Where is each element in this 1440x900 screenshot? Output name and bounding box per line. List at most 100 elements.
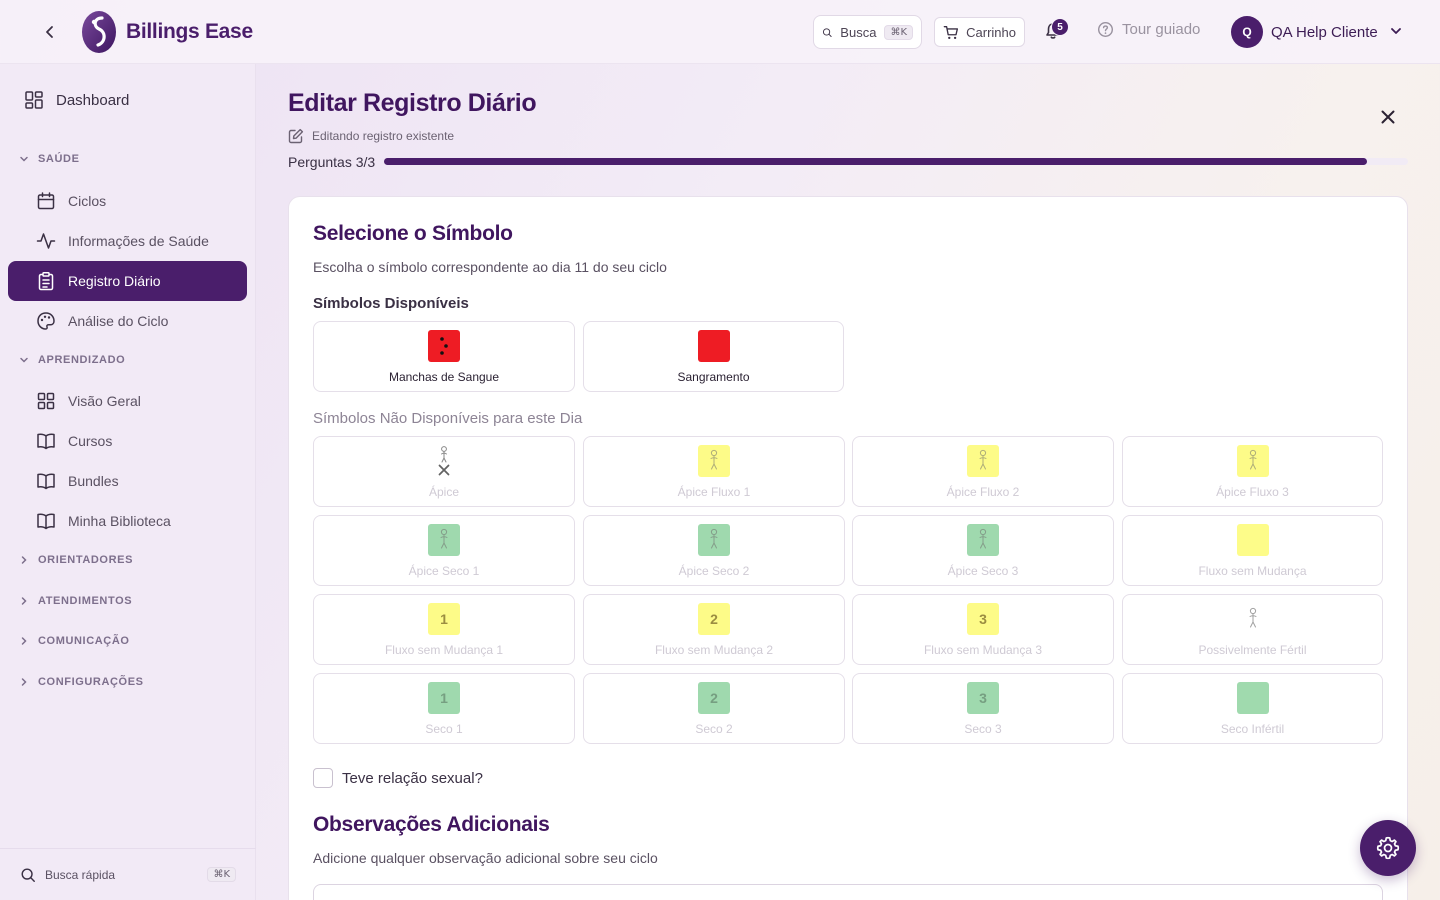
symbol-label: Ápice Fluxo 3 xyxy=(1216,485,1289,499)
sidebar-item-dashboard[interactable]: Dashboard xyxy=(8,80,247,120)
book-open-icon xyxy=(37,473,55,490)
symbol-swatch xyxy=(698,524,730,556)
section-label: ATENDIMENTOS xyxy=(38,595,133,607)
back-button[interactable] xyxy=(40,22,60,42)
chevron-right-icon xyxy=(21,556,27,564)
symbol-swatch: 3 xyxy=(967,682,999,714)
baby-icon xyxy=(440,528,448,549)
sidebar-item-label: Bundles xyxy=(68,473,119,489)
chevron-down-icon xyxy=(20,357,28,363)
symbol-option-fluxo-sem-mudanca-2: 2 Fluxo sem Mudança 2 xyxy=(583,594,845,665)
dashboard-icon xyxy=(25,91,43,109)
symbol-option-fluxo-sem-mudanca-1: 1 Fluxo sem Mudança 1 xyxy=(313,594,575,665)
sidebar-item-visao-geral[interactable]: Visão Geral xyxy=(8,381,247,421)
logo-icon xyxy=(82,11,116,53)
sidebar-item-cursos[interactable]: Cursos xyxy=(8,421,247,461)
sidebar-item-informacoes-saude[interactable]: Informações de Saúde xyxy=(8,221,247,261)
baby-x-icon xyxy=(438,446,450,476)
symbol-swatch: 2 xyxy=(698,603,730,635)
symbol-option-apice-seco-2: Ápice Seco 2 xyxy=(583,515,845,586)
section-saude[interactable]: SAÚDE xyxy=(18,153,80,165)
avatar: Q xyxy=(1231,16,1263,48)
quick-search-label: Busca rápida xyxy=(45,867,116,882)
calendar-icon xyxy=(37,192,55,210)
search-icon xyxy=(21,868,35,882)
symbol-swatch xyxy=(428,524,460,556)
close-button[interactable] xyxy=(1377,106,1399,128)
symbol-option-seco-infertil: Seco Infértil xyxy=(1122,673,1383,744)
clipboard-icon xyxy=(38,272,54,291)
guided-tour-button[interactable]: Tour guiado xyxy=(1097,21,1200,38)
brand-name: Billings Ease xyxy=(126,20,253,43)
sidebar-item-label: Registro Diário xyxy=(68,273,161,289)
symbol-section-subtitle: Escolha o símbolo correspondente ao dia … xyxy=(313,259,667,275)
symbol-label: Ápice Seco 3 xyxy=(947,564,1019,578)
brand[interactable]: Billings Ease xyxy=(80,10,253,54)
symbol-label: Fluxo sem Mudança 3 xyxy=(923,643,1043,657)
symbol-option-sangramento[interactable]: Sangramento xyxy=(583,321,844,392)
book-open-icon xyxy=(37,513,55,530)
cart-button[interactable]: Carrinho xyxy=(934,17,1025,47)
section-label: COMUNICAÇÃO xyxy=(38,635,130,647)
symbol-swatch xyxy=(1236,445,1269,477)
cart-label: Carrinho xyxy=(966,24,1016,40)
section-atendimentos[interactable]: ATENDIMENTOS xyxy=(18,595,132,607)
intercourse-checkbox[interactable] xyxy=(313,768,333,788)
sidebar-item-registro-diario[interactable]: Registro Diário xyxy=(8,261,247,301)
symbol-option-seco-2: 2 Seco 2 xyxy=(583,673,845,744)
gear-icon xyxy=(1376,836,1400,860)
symbol-option-apice-fluxo-3: Ápice Fluxo 3 xyxy=(1122,436,1383,507)
search-button[interactable]: Busca ⌘K xyxy=(813,15,922,49)
symbol-swatch xyxy=(428,330,460,362)
section-configuracoes[interactable]: CONFIGURAÇÕES xyxy=(18,676,144,688)
symbol-option-fluxo-sem-mudanca: Fluxo sem Mudança xyxy=(1122,515,1383,586)
symbol-option-seco-3: 3 Seco 3 xyxy=(852,673,1114,744)
sidebar-item-label: Visão Geral xyxy=(68,393,141,409)
sidebar-item-label: Dashboard xyxy=(56,91,130,109)
symbol-label: Fluxo sem Mudança 2 xyxy=(654,643,774,657)
intercourse-checkbox-row[interactable]: Teve relação sexual? xyxy=(313,768,483,788)
sidebar-item-bundles[interactable]: Bundles xyxy=(8,461,247,501)
tour-label: Tour guiado xyxy=(1122,21,1201,38)
symbol-label: Ápice Seco 2 xyxy=(678,564,750,578)
section-label: SAÚDE xyxy=(38,153,80,165)
sidebar-item-ciclos[interactable]: Ciclos xyxy=(8,181,247,221)
sidebar: Dashboard SAÚDE Ciclos Informações de Sa… xyxy=(0,64,256,900)
section-orientadores[interactable]: ORIENTADORES xyxy=(18,554,133,566)
sidebar-item-minha-biblioteca[interactable]: Minha Biblioteca xyxy=(8,501,247,541)
available-symbols-heading: Símbolos Disponíveis xyxy=(313,295,469,312)
symbol-label: Fluxo sem Mudança 1 xyxy=(384,643,504,657)
symbol-option-apice: Ápice xyxy=(313,436,575,507)
section-aprendizado[interactable]: APRENDIZADO xyxy=(18,354,125,366)
settings-fab[interactable] xyxy=(1360,820,1416,876)
sidebar-item-label: Ciclos xyxy=(68,193,107,209)
chevron-left-icon xyxy=(46,26,53,38)
symbol-option-possivelmente-fertil: Possivelmente Fértil xyxy=(1122,594,1383,665)
symbol-option-seco-1: 1 Seco 1 xyxy=(313,673,575,744)
cart-icon xyxy=(943,25,959,39)
edit-icon xyxy=(288,128,304,144)
section-comunicacao[interactable]: COMUNICAÇÃO xyxy=(18,635,130,647)
symbol-option-apice-seco-3: Ápice Seco 3 xyxy=(852,515,1114,586)
baby-icon xyxy=(710,449,718,470)
symbol-swatch xyxy=(1236,524,1269,556)
user-menu[interactable]: Q QA Help Cliente xyxy=(1231,16,1406,48)
symbol-swatch: 2 xyxy=(698,682,730,714)
symbol-label: Ápice Seco 1 xyxy=(408,564,480,578)
symbol-label: Ápice xyxy=(428,485,460,499)
sidebar-item-label: Minha Biblioteca xyxy=(68,513,171,529)
search-icon xyxy=(822,27,832,37)
quick-search-shortcut: ⌘K xyxy=(207,867,236,882)
symbol-swatch: 1 xyxy=(428,682,460,714)
symbol-number: 2 xyxy=(710,611,718,627)
notes-textarea[interactable] xyxy=(313,884,1383,900)
symbol-label: Possivelmente Fértil xyxy=(1198,643,1307,657)
progress-label: Perguntas 3/3 xyxy=(288,154,376,170)
symbol-swatch xyxy=(967,445,999,477)
quick-search-button[interactable]: Busca rápida ⌘K xyxy=(0,848,256,900)
symbol-swatch: 1 xyxy=(428,603,460,635)
symbol-label: Seco 1 xyxy=(425,722,463,736)
sidebar-item-analise-ciclo[interactable]: Análise do Ciclo xyxy=(8,301,247,341)
section-label: APRENDIZADO xyxy=(38,354,126,366)
symbol-option-manchas-de-sangue[interactable]: Manchas de Sangue xyxy=(313,321,575,392)
